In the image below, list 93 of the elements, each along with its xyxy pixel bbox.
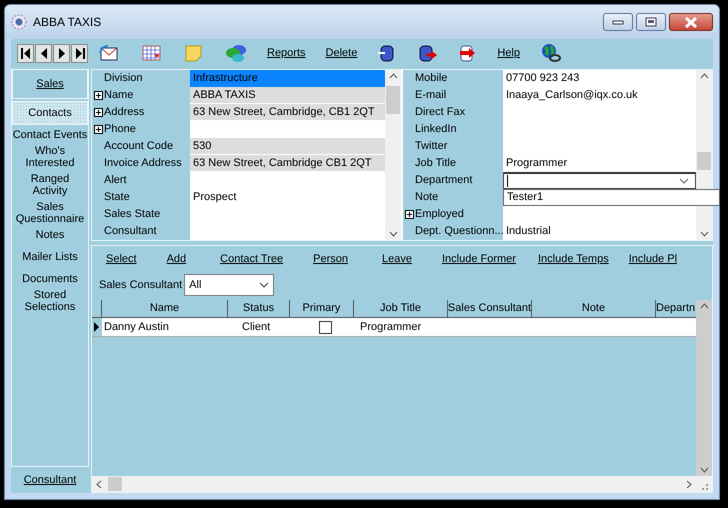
field-label: Job Title [415,156,456,172]
field-label: Division [104,71,143,86]
minimize-icon [612,18,624,26]
field-value[interactable]: ABBA TAXIS [190,87,385,104]
checkbox[interactable] [318,320,332,334]
sidebar-tab[interactable]: Contacts [12,101,88,125]
field-label: Phone [104,122,136,138]
expand-icon[interactable] [405,210,414,219]
scroll-left-icon[interactable] [96,480,102,488]
export-arrow-icon[interactable] [457,43,478,63]
field-label: Dept. Questionn... [415,224,504,240]
panel-link[interactable]: Include Former [442,250,516,268]
panel-link[interactable]: Leave [382,250,412,268]
scrollbar-thumb[interactable] [386,86,400,114]
last-record-button[interactable] [71,44,88,62]
table-cell-text: Programmer [359,320,422,335]
database-export-icon[interactable] [417,43,438,63]
input-field[interactable]: Tester1 [503,189,720,206]
panel-link[interactable]: Select [106,250,137,268]
expand-icon[interactable] [94,91,103,100]
window-title: ABBA TAXIS [33,14,102,31]
field-value[interactable]: 530 [190,138,385,155]
sidebar-item[interactable]: Mailer Lists [22,249,78,265]
field-label: Note [415,190,438,206]
previous-record-button[interactable] [35,44,52,62]
field-label: Invoice Address [104,156,182,172]
field-label: Mobile [415,71,448,86]
expand-icon[interactable] [94,125,103,134]
field-label: Address [104,105,144,120]
app-logo-icon [11,14,27,30]
field-label: Twitter [415,139,448,154]
chat-bubbles-icon[interactable] [225,43,247,63]
panel-link[interactable]: Include Temps [538,250,609,268]
scrollbar-thumb[interactable] [108,477,122,491]
field-label: Sales State [104,207,160,222]
sidebar-item[interactable]: Stored Selections [14,287,86,315]
sales-consultant-dropdown[interactable]: All [184,274,274,296]
globe-link-icon[interactable] [540,43,562,63]
sidebar-item[interactable]: Notes [36,227,64,243]
next-record-button[interactable] [53,44,70,62]
consultant-link[interactable]: Consultant [24,472,76,488]
scroll-right-icon[interactable] [686,480,692,488]
close-icon [684,16,698,28]
scroll-up-icon[interactable] [700,73,708,79]
resize-grip-icon [702,484,708,490]
close-button[interactable] [669,13,713,31]
field-label: E-mail [415,88,446,104]
maximize-icon [645,17,657,27]
scroll-up-icon[interactable] [700,303,708,309]
first-record-icon [19,46,32,60]
scroll-down-icon[interactable] [700,467,708,473]
dropdown-caret-icon[interactable] [679,178,689,184]
field-label: Employed [415,207,464,222]
field-label: Department [415,173,472,188]
field-label: Account Code [104,139,174,154]
sidebar-item[interactable]: Documents [22,271,78,287]
panel-link[interactable]: Person [313,250,348,268]
field-label: Name [104,88,134,104]
table-cell-text: Client [241,320,272,335]
scroll-down-icon[interactable] [388,231,398,237]
filter-label: Sales Consultant [99,278,182,293]
scroll-up-icon[interactable] [388,73,398,79]
calendar-icon[interactable] [141,43,163,63]
dropdown-field[interactable] [503,172,696,189]
sidebar-item[interactable]: Contact Events [12,127,88,143]
sidebar-item[interactable]: Ranged Activity [14,171,86,199]
maximize-button[interactable] [636,13,666,31]
minimize-button[interactable] [603,13,633,31]
field-label: Consultant [104,224,157,240]
field-label: State [104,190,130,206]
toolbar-link[interactable]: Help [497,44,520,62]
field-value[interactable]: 63 New Street, Cambridge CB1 2QT [190,155,385,172]
panel-link[interactable]: Add [166,250,186,268]
last-record-icon [73,46,86,60]
panel-link[interactable]: Contact Tree [220,250,284,268]
field-label: LinkedIn [415,122,457,138]
panel-link[interactable]: Include Pl [628,250,678,268]
first-record-button[interactable] [17,44,34,62]
expand-icon[interactable] [94,108,103,117]
toolbar-link[interactable]: Delete [326,44,358,62]
field-label: Direct Fax [415,105,466,120]
sidebar-item[interactable]: Who's Interested [14,143,86,171]
field-value[interactable]: 63 New Street, Cambridge, CB1 2QT [190,104,385,121]
sidebar-tab[interactable]: Sales [12,69,88,99]
field-label: Alert [104,173,127,188]
text-cursor [507,175,508,187]
sidebar-item[interactable]: Sales Questionnaire [14,199,86,227]
toolbar-link[interactable]: Reports [267,44,306,62]
dropdown-caret-icon[interactable] [259,282,270,288]
scroll-down-icon[interactable] [700,231,708,237]
field-value[interactable]: Infrastructure [190,70,385,87]
scrollbar-thumb[interactable] [697,152,711,170]
table-cell-text: Danny Austin [103,320,170,335]
